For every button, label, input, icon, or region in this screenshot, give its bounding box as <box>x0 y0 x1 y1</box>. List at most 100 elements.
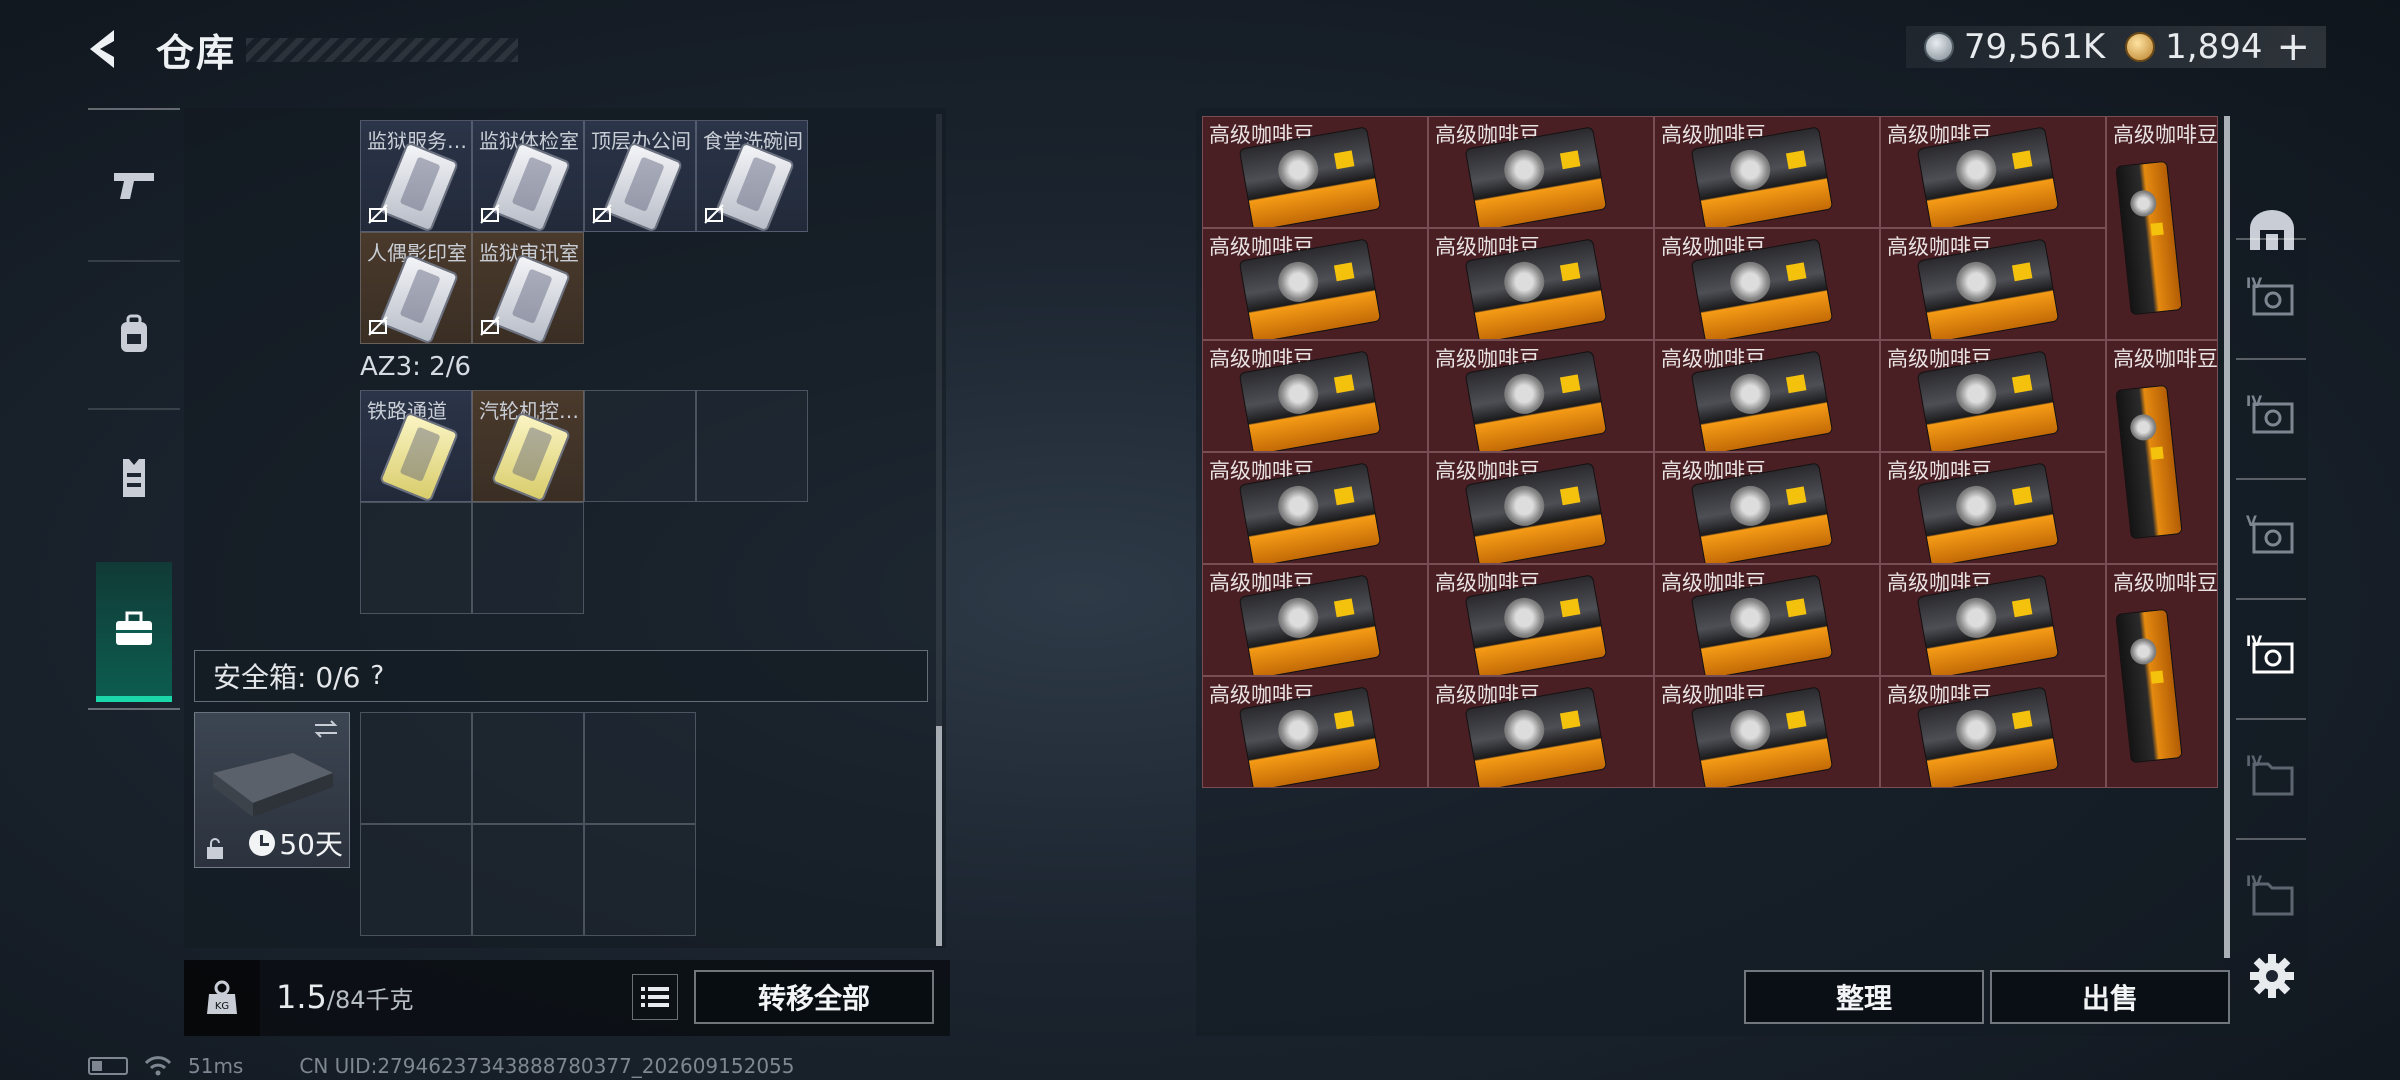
swap-icon[interactable] <box>311 719 341 739</box>
stash-item[interactable]: 高级咖啡豆 <box>1428 452 1654 564</box>
keycard-image <box>378 141 460 233</box>
keycard-slot[interactable]: 监狱审讯室 <box>472 232 584 345</box>
stash-item[interactable]: 高级咖啡豆 <box>1202 676 1428 788</box>
safe-slot[interactable] <box>472 824 584 936</box>
stash-item[interactable]: 高级咖啡豆 <box>1202 228 1428 340</box>
silver-coin-icon <box>1923 32 1954 62</box>
back-arrow-icon <box>90 30 114 68</box>
safe-slot[interactable] <box>472 712 584 824</box>
stash-item[interactable]: 高级咖啡豆 <box>1428 564 1654 676</box>
safe-slot[interactable] <box>584 824 696 936</box>
stash-item[interactable]: 高级咖啡豆 <box>1202 116 1428 228</box>
stash-item[interactable]: 高级咖啡豆 <box>1880 116 2106 228</box>
stash-item[interactable]: 高级咖啡豆 <box>1654 452 1880 564</box>
stash-item[interactable]: 高级咖啡豆 <box>1654 228 1880 340</box>
stash-item[interactable]: 高级咖啡豆 <box>1880 340 2106 452</box>
keycard-slot[interactable]: 监狱体检室 <box>472 120 584 233</box>
tab-storage-1[interactable]: IV <box>2236 240 2308 352</box>
item-label: 高级咖啡豆 <box>2113 123 2218 147</box>
no-drop-icon <box>704 204 724 224</box>
nav-gear[interactable] <box>96 274 172 394</box>
settings-button[interactable] <box>2248 952 2296 1000</box>
empty-slot[interactable] <box>696 390 808 502</box>
safe-slot[interactable] <box>360 712 472 824</box>
stash-item[interactable]: 高级咖啡豆 <box>1880 452 2106 564</box>
stash-item[interactable]: 高级咖啡豆 <box>1202 452 1428 564</box>
list-view-button[interactable] <box>632 974 678 1020</box>
keycard-image <box>490 253 572 345</box>
stash-item[interactable]: 高级咖啡豆 <box>1654 564 1880 676</box>
keycard-slot[interactable]: 汽轮机控… <box>472 390 584 503</box>
pistol-icon <box>114 173 154 199</box>
stash-item[interactable]: 高级咖啡豆 <box>2106 340 2218 564</box>
keycard-slot[interactable]: 顶层办公间 <box>584 120 696 233</box>
kettlebell-icon: KG <box>207 980 237 1014</box>
sort-button[interactable]: 整理 <box>1744 970 1984 1024</box>
battery-icon <box>88 1057 128 1075</box>
currency-bar: 79,561K 1,894 + <box>1906 24 2326 70</box>
stash-item[interactable]: 高级咖啡豆 <box>1202 564 1428 676</box>
silver-amount: 79,561K <box>1963 27 2106 67</box>
stash-item[interactable]: 高级咖啡豆 <box>1654 340 1880 452</box>
keycard-slot[interactable]: 监狱服务… <box>360 120 472 233</box>
stash-item[interactable]: 高级咖啡豆 <box>1654 676 1880 788</box>
stash-item[interactable]: 高级咖啡豆 <box>1880 228 2106 340</box>
help-button[interactable]: ? <box>370 661 384 691</box>
no-drop-icon <box>368 204 388 224</box>
sell-button[interactable]: 出售 <box>1990 970 2230 1024</box>
no-drop-icon <box>480 204 500 224</box>
safe-box-timer: 50天 <box>249 823 343 863</box>
folder-iv-icon: IV <box>2246 874 2294 916</box>
uid-readout: CN UID:27946237343888780377_202609152055 <box>299 1054 795 1078</box>
left-scrollbar[interactable] <box>936 726 942 946</box>
keycard-slot[interactable]: 人偶影印室 <box>360 232 472 345</box>
nav-weapons[interactable] <box>96 126 172 246</box>
weight-current: 1.5 <box>276 978 327 1016</box>
title-decoration <box>246 38 518 62</box>
add-currency-button[interactable]: + <box>2276 24 2310 70</box>
empty-slot[interactable] <box>360 502 472 614</box>
empty-slot[interactable] <box>472 502 584 614</box>
keycard-slot[interactable]: 铁路通道 <box>360 390 472 503</box>
back-button[interactable] <box>84 26 130 72</box>
weight-max: /84千克 <box>326 986 414 1014</box>
tab-storage-4[interactable]: IV <box>2236 598 2308 710</box>
empty-slot[interactable] <box>584 390 696 502</box>
safe-box-item[interactable]: 50天 <box>194 712 350 868</box>
right-scrollbar[interactable] <box>2224 116 2230 958</box>
gold-amount: 1,894 <box>2165 27 2263 67</box>
no-drop-icon <box>368 316 388 336</box>
transfer-all-button[interactable]: 转移全部 <box>694 970 934 1024</box>
keycard-image <box>602 141 684 233</box>
nav-vest[interactable] <box>96 418 172 538</box>
tab-folder-2[interactable]: IV <box>2236 838 2308 950</box>
tab-folder-1[interactable]: IV <box>2236 718 2308 830</box>
stash-item[interactable]: 高级咖啡豆 <box>1428 676 1654 788</box>
tab-storage-2[interactable]: IV <box>2236 358 2308 470</box>
stash-item[interactable]: 高级咖啡豆 <box>1428 340 1654 452</box>
stash-item[interactable]: 高级咖啡豆 <box>1428 228 1654 340</box>
safe-slot[interactable] <box>360 824 472 936</box>
stash-item[interactable]: 高级咖啡豆 <box>2106 564 2218 788</box>
weight-icon-box: KG <box>184 960 260 1036</box>
keycard-image <box>490 411 572 503</box>
safe-box-label: 安全箱: 0/6 <box>213 661 361 694</box>
nav-items[interactable] <box>96 562 172 702</box>
tab-storage-3[interactable]: V <box>2236 478 2308 590</box>
stash-item[interactable]: 高级咖啡豆 <box>1880 564 2106 676</box>
keycard-image <box>378 411 460 503</box>
no-drop-icon <box>480 316 500 336</box>
safe-slot[interactable] <box>584 712 696 824</box>
storage-iv-icon: IV <box>2246 634 2294 674</box>
stash-item[interactable]: 高级咖啡豆 <box>1428 116 1654 228</box>
list-icon <box>641 987 669 1007</box>
wifi-icon <box>144 1056 172 1076</box>
stash-item[interactable]: 高级咖啡豆 <box>1654 116 1880 228</box>
stash-item[interactable]: 高级咖啡豆 <box>1880 676 2106 788</box>
left-nav <box>88 108 180 710</box>
stash-item[interactable]: 高级咖啡豆 <box>1202 340 1428 452</box>
status-bar: 51ms CN UID:27946237343888780377_2026091… <box>88 1052 795 1080</box>
keycard-slot[interactable]: 食堂洗碗间 <box>696 120 808 233</box>
stash-item[interactable]: 高级咖啡豆 <box>2106 116 2218 340</box>
keycard-image <box>714 141 796 233</box>
